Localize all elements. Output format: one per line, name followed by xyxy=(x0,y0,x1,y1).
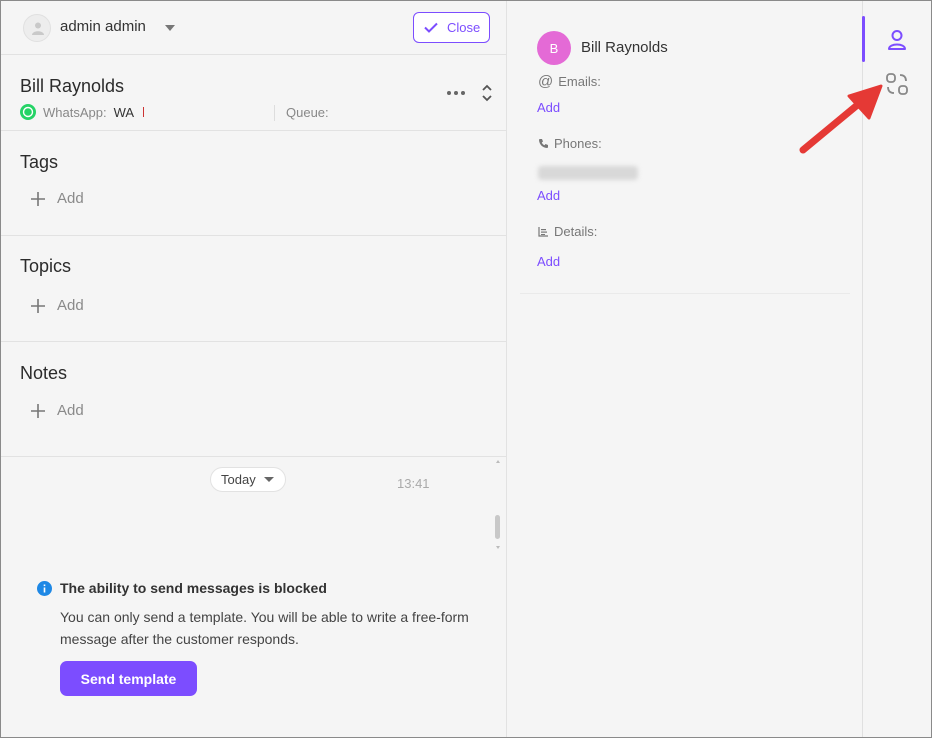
contact-avatar: B xyxy=(537,31,571,65)
contact-name: Bill Raynolds xyxy=(20,76,125,96)
plus-icon xyxy=(31,403,45,418)
details-icon xyxy=(538,227,548,237)
phone-icon xyxy=(539,139,548,148)
add-email-link[interactable]: Add xyxy=(537,100,560,115)
contact-header: Bill Raynolds WhatsApp: WA Queue: xyxy=(1,56,507,131)
whatsapp-icon xyxy=(20,104,36,120)
blocked-title-text: The ability to send messages is blocked xyxy=(60,580,327,596)
tags-title: Tags xyxy=(20,152,59,172)
date-filter-dropdown[interactable]: Today xyxy=(210,467,286,492)
plus-icon xyxy=(31,191,45,206)
phone-value-redacted xyxy=(538,166,638,180)
send-template-button[interactable]: Send template xyxy=(60,661,197,696)
add-topic-button[interactable]: Add xyxy=(31,297,84,314)
scrollbar[interactable] xyxy=(495,515,500,539)
channel-label: WhatsApp: xyxy=(43,104,107,120)
at-icon: @ xyxy=(538,73,554,90)
details-label: Details: xyxy=(538,224,597,239)
queue-label: Queue: xyxy=(286,105,329,120)
blocked-notice-text: You can only send a template. You will b… xyxy=(60,609,469,647)
add-details-link[interactable]: Add xyxy=(537,254,560,269)
tags-section: Tags Add xyxy=(1,132,507,236)
collapse-icon[interactable] xyxy=(481,84,493,102)
add-label: Add xyxy=(57,190,84,207)
scroll-up-arrow[interactable] xyxy=(496,460,500,463)
add-phone-link[interactable]: Add xyxy=(537,188,560,203)
add-tag-button[interactable]: Add xyxy=(31,190,84,207)
add-note-button[interactable]: Add xyxy=(31,402,84,419)
close-button[interactable]: Close xyxy=(413,12,490,43)
add-label: Add xyxy=(57,297,84,314)
annotation-arrow-icon xyxy=(799,84,883,154)
topics-section: Topics Add xyxy=(1,236,507,342)
channel-info: WhatsApp: WA xyxy=(20,104,145,120)
text-cursor xyxy=(143,107,145,117)
info-icon xyxy=(37,580,52,596)
close-button-label: Close xyxy=(447,20,481,35)
details-label-text: Details: xyxy=(554,224,598,239)
channel-value: WA xyxy=(113,104,135,120)
user-name[interactable]: admin admin xyxy=(60,18,146,35)
chat-area: Today 13:41 The ability to send messages… xyxy=(1,457,507,737)
scroll-down-arrow[interactable] xyxy=(496,546,500,549)
notes-section: Notes Add xyxy=(1,342,507,457)
chevron-down-icon xyxy=(263,477,274,482)
date-pill-label: Today xyxy=(221,472,256,487)
chevron-down-icon[interactable] xyxy=(165,25,175,31)
more-options-icon[interactable] xyxy=(446,90,466,96)
notes-title: Notes xyxy=(20,363,68,383)
emails-label: @ Emails: xyxy=(538,73,601,90)
phones-label-text: Phones: xyxy=(554,136,602,151)
divider xyxy=(274,105,275,121)
blocked-notice-title: The ability to send messages is blocked xyxy=(37,580,327,596)
add-label: Add xyxy=(57,402,84,419)
plus-icon xyxy=(31,298,45,313)
user-avatar[interactable] xyxy=(23,14,51,42)
conversation-panel: admin admin Close Bill Raynolds WhatsApp… xyxy=(1,1,507,737)
topics-title: Topics xyxy=(20,256,72,276)
emails-label-text: Emails: xyxy=(558,74,601,89)
top-bar: admin admin Close xyxy=(1,1,507,55)
person-icon xyxy=(32,22,44,35)
message-time: 13:41 xyxy=(397,476,430,491)
card-contact-name: Bill Raynolds xyxy=(581,39,668,56)
check-icon xyxy=(424,22,438,33)
active-tab-indicator xyxy=(862,16,865,62)
phones-label: Phones: xyxy=(538,136,602,151)
contact-profile-icon[interactable] xyxy=(885,28,909,52)
scan-icon[interactable] xyxy=(885,72,909,96)
